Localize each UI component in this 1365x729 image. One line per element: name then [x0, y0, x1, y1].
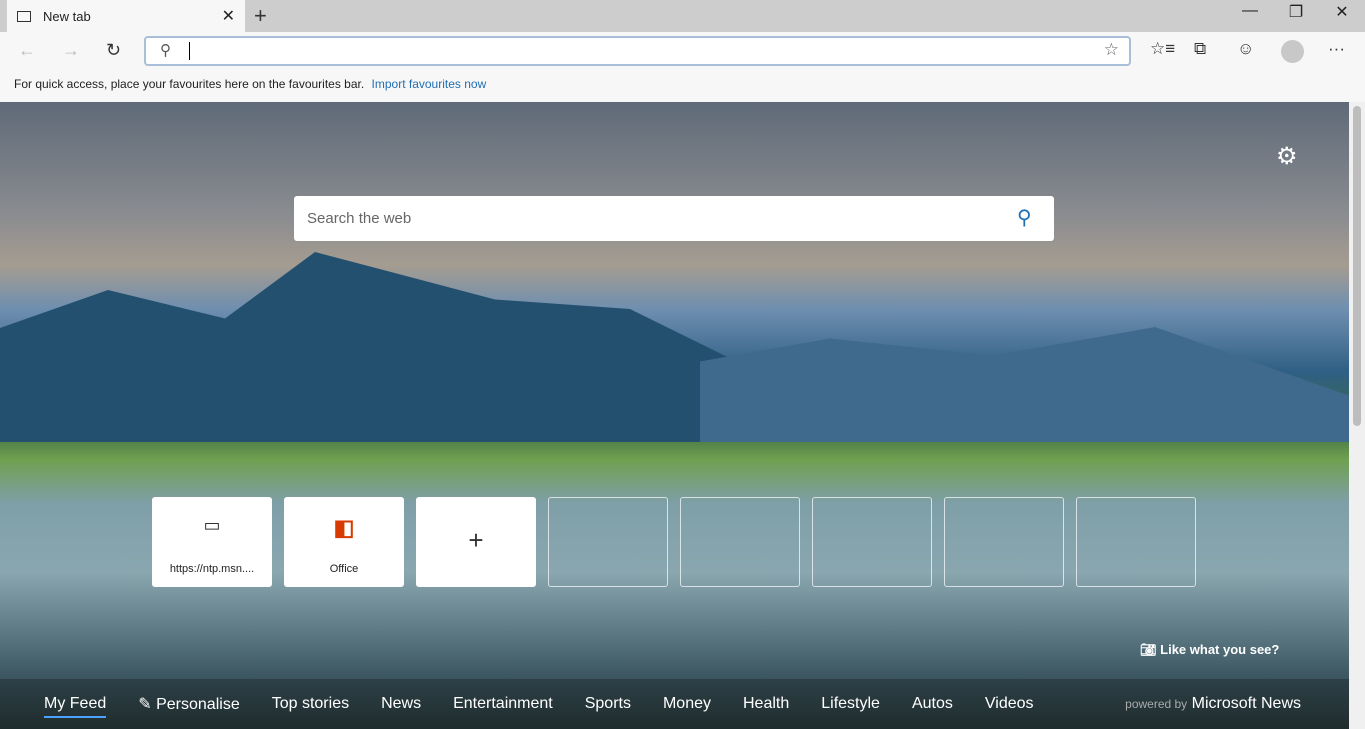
powered-by-microsoft-news[interactable]: powered by Microsoft News — [1125, 695, 1301, 713]
favourites-bar: For quick access, place your favourites … — [0, 70, 1365, 102]
minimize-button[interactable]: — — [1230, 2, 1270, 20]
import-favourites-link[interactable]: Import favourites now — [372, 77, 487, 91]
quick-link-msn[interactable]: ▭ https://ntp.msn.... — [152, 497, 272, 587]
personalise-label: Personalise — [156, 696, 240, 713]
search-icon[interactable]: ⚲ — [1017, 205, 1032, 230]
feed-tab-health[interactable]: Health — [743, 695, 789, 713]
refresh-button[interactable]: ↻ — [106, 40, 121, 61]
feed-tab-news[interactable]: News — [381, 695, 421, 713]
close-tab-icon[interactable]: ✕ — [222, 6, 235, 26]
favourites-hint: For quick access, place your favourites … — [14, 77, 365, 91]
feed-tab-sports[interactable]: Sports — [585, 695, 631, 713]
add-favourite-icon[interactable]: ☆ — [1104, 40, 1119, 60]
tab-strip: New tab ✕ + — ❐ ✕ — [0, 0, 1365, 32]
new-tab-button[interactable]: + — [254, 3, 267, 29]
quick-link-label: Office — [329, 563, 359, 575]
text-caret — [189, 42, 190, 60]
scrollbar-thumb[interactable] — [1353, 106, 1361, 426]
feed-tab-top-stories[interactable]: Top stories — [272, 695, 349, 713]
plus-icon: + — [468, 525, 484, 555]
web-search-box[interactable]: Search the web ⚲ — [294, 196, 1054, 241]
newtab-page-icon: ▭ — [203, 515, 221, 535]
feed-tab-lifestyle[interactable]: Lifestyle — [821, 695, 880, 713]
brand-label: Microsoft News — [1191, 695, 1301, 712]
toolbar: ← → ↻ ⚲ ☆ ☆≡ ⧉ ☺ ··· — [0, 32, 1365, 70]
search-placeholder: Search the web — [307, 210, 412, 227]
powered-by-label: powered by — [1125, 697, 1188, 711]
feedback-icon[interactable]: ☺ — [1237, 39, 1254, 59]
empty-quick-link-slot — [680, 497, 800, 587]
settings-gear-icon[interactable]: ⚙ — [1276, 142, 1298, 171]
address-bar[interactable]: ⚲ ☆ — [144, 36, 1131, 66]
like-what-you-see-button[interactable]: 📷︎ Like what you see? — [1140, 642, 1279, 658]
feed-tab-videos[interactable]: Videos — [985, 695, 1034, 713]
feed-nav: My Feed ✎ Personalise Top stories News E… — [0, 679, 1349, 729]
search-icon: ⚲ — [160, 42, 171, 59]
background-mountains-right — [700, 327, 1349, 442]
empty-quick-link-slot — [812, 497, 932, 587]
close-window-button[interactable]: ✕ — [1322, 2, 1362, 22]
restore-button[interactable]: ❐ — [1276, 2, 1316, 22]
back-button[interactable]: ← — [18, 40, 36, 61]
newtab-page-icon — [17, 10, 31, 22]
feed-tab-autos[interactable]: Autos — [912, 695, 953, 713]
quick-link-label: https://ntp.msn.... — [169, 563, 255, 575]
feed-tab-personalise[interactable]: ✎ Personalise — [138, 694, 239, 714]
tab-title: New tab — [43, 8, 91, 24]
collections-icon[interactable]: ⧉ — [1194, 39, 1206, 59]
tab-new-tab[interactable]: New tab ✕ — [7, 0, 245, 32]
empty-quick-link-slot — [548, 497, 668, 587]
office-icon: ◧ — [333, 515, 355, 540]
empty-quick-link-slot — [1076, 497, 1196, 587]
add-quick-link-button[interactable]: + — [416, 497, 536, 587]
feed-tab-my-feed[interactable]: My Feed — [44, 695, 107, 718]
favourites-icon[interactable]: ☆≡ — [1150, 39, 1175, 59]
profile-avatar[interactable] — [1281, 40, 1304, 63]
more-menu-icon[interactable]: ··· — [1328, 39, 1345, 59]
scrollbar[interactable] — [1349, 102, 1365, 729]
feed-tab-money[interactable]: Money — [663, 695, 711, 713]
quick-link-office[interactable]: ◧ Office — [284, 497, 404, 587]
forward-button[interactable]: → — [62, 40, 80, 61]
feed-tab-entertainment[interactable]: Entertainment — [453, 695, 553, 713]
empty-quick-link-slot — [944, 497, 1064, 587]
camera-icon: 📷︎ — [1140, 642, 1157, 657]
new-tab-page: ⚙ Search the web ⚲ ▭ https://ntp.msn....… — [0, 102, 1349, 729]
like-label: Like what you see? — [1160, 642, 1280, 657]
